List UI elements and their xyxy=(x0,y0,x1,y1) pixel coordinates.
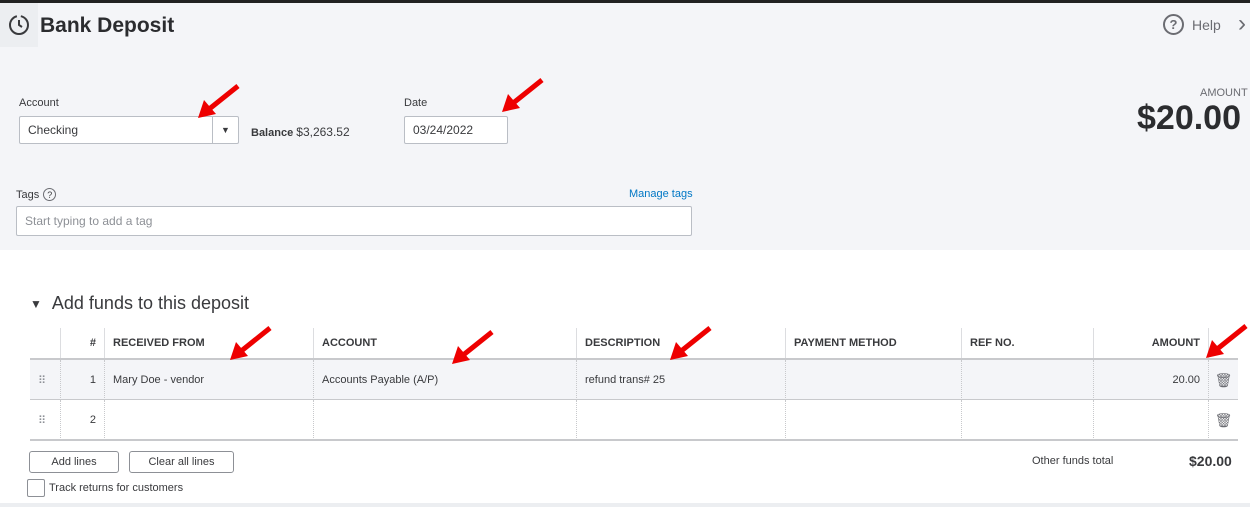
clear-all-lines-button[interactable]: Clear all lines xyxy=(129,451,234,473)
amount-cell[interactable]: 20.00 xyxy=(1093,360,1208,400)
account-cell[interactable] xyxy=(313,400,576,440)
account-label: Account xyxy=(19,97,59,109)
recent-transactions-icon[interactable] xyxy=(0,3,38,47)
description-cell[interactable]: refund trans# 25 xyxy=(576,360,785,400)
description-cell[interactable] xyxy=(576,400,785,440)
page-title: Bank Deposit xyxy=(40,14,175,37)
drag-handle-icon[interactable]: ⠿ xyxy=(30,400,60,440)
amount-label: AMOUNT xyxy=(1200,87,1248,99)
account-cell[interactable]: Accounts Payable (A/P) xyxy=(313,360,576,400)
received-from-cell[interactable] xyxy=(104,400,313,440)
add-lines-button[interactable]: Add lines xyxy=(29,451,119,473)
help-button[interactable]: ? Help xyxy=(1163,14,1221,35)
annotation-arrow-icon xyxy=(502,78,544,112)
info-icon: ? xyxy=(43,188,57,201)
received-from-cell[interactable]: Mary Doe - vendor xyxy=(104,360,313,400)
payment-method-cell[interactable] xyxy=(785,400,961,440)
annotation-arrow-icon xyxy=(452,330,494,364)
annotation-arrow-icon xyxy=(670,326,712,360)
col-account: ACCOUNT xyxy=(313,328,576,358)
help-icon: ? xyxy=(1163,14,1184,35)
col-amount: AMOUNT xyxy=(1093,328,1208,358)
caret-down-icon: ▼ xyxy=(30,296,42,311)
tags-label: Tags? xyxy=(16,188,57,201)
manage-tags-link[interactable]: Manage tags xyxy=(629,188,693,200)
row-number: 2 xyxy=(60,400,104,440)
close-panel-chevron-icon[interactable]: › xyxy=(1238,10,1246,38)
trash-icon[interactable]: 🗑 xyxy=(1208,400,1238,440)
checkbox-icon[interactable] xyxy=(27,479,45,497)
ref-no-cell[interactable] xyxy=(961,360,1093,400)
tags-input[interactable]: Start typing to add a tag xyxy=(16,206,692,236)
date-label: Date xyxy=(404,97,428,109)
track-returns-checkbox[interactable]: Track returns for customers xyxy=(27,479,183,497)
payment-method-cell[interactable] xyxy=(785,360,961,400)
date-input[interactable]: 03/24/2022 xyxy=(404,116,508,144)
amount-cell[interactable] xyxy=(1093,400,1208,440)
amount-total: $20.00 xyxy=(1137,99,1241,137)
col-received-from: RECEIVED FROM xyxy=(104,328,313,358)
annotation-arrow-icon xyxy=(198,84,240,118)
annotation-arrow-icon xyxy=(230,326,272,360)
section-toggle[interactable]: ▼ Add funds to this deposit xyxy=(30,293,249,314)
other-funds-total-value: $20.00 xyxy=(1189,453,1232,469)
balance: Balance $3,263.52 xyxy=(251,125,350,139)
annotation-arrow-icon xyxy=(1206,324,1248,358)
drag-handle-icon[interactable]: ⠿ xyxy=(30,360,60,400)
col-num: # xyxy=(60,328,104,358)
trash-icon[interactable]: 🗑 xyxy=(1208,360,1238,400)
row-number: 1 xyxy=(60,360,104,400)
bottom-edge xyxy=(0,503,1250,507)
account-value: Checking xyxy=(28,123,79,137)
col-ref-no: REF NO. xyxy=(961,328,1093,358)
col-payment-method: PAYMENT METHOD xyxy=(785,328,961,358)
other-funds-total-label: Other funds total xyxy=(1032,455,1114,467)
ref-no-cell[interactable] xyxy=(961,400,1093,440)
